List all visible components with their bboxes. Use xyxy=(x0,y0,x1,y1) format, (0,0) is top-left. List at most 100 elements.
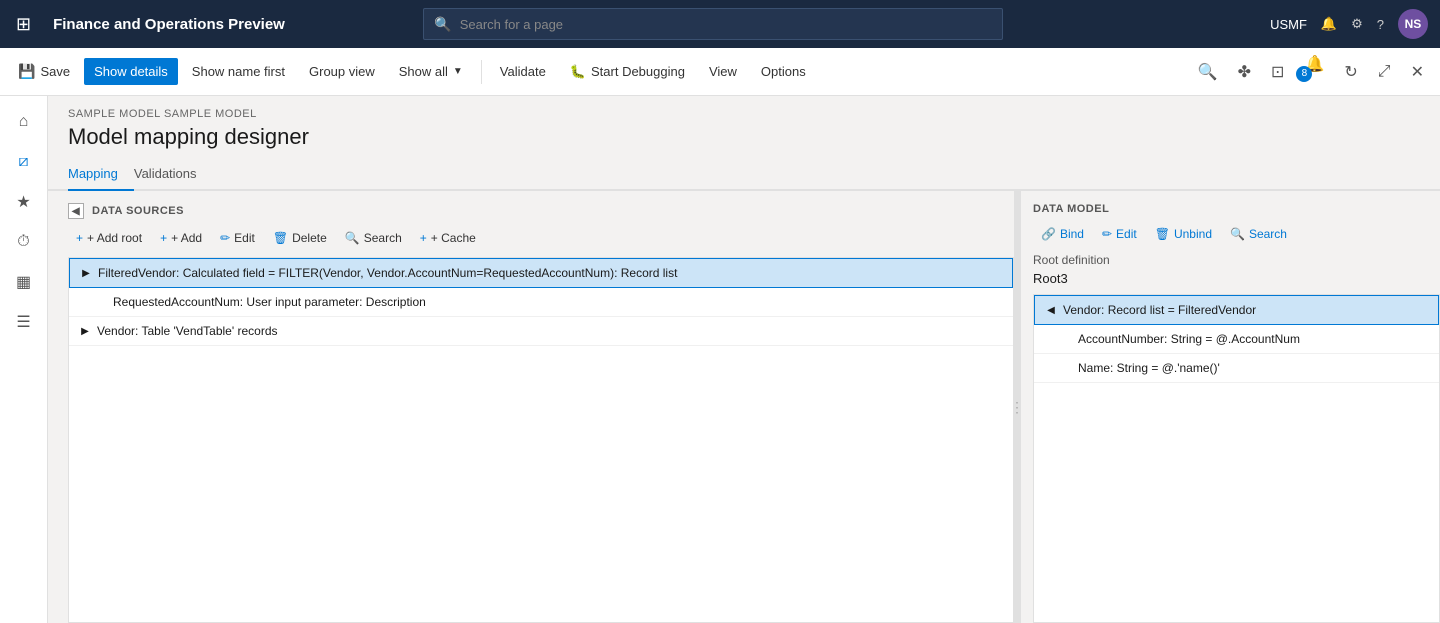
top-navigation: ⊞ Finance and Operations Preview 🔍 USMF … xyxy=(0,0,1440,48)
user-label: USMF xyxy=(1270,17,1307,32)
sidebar-home-icon[interactable]: ⌂ xyxy=(6,104,42,140)
debug-icon: 🐛 xyxy=(570,64,586,80)
app-title: Finance and Operations Preview xyxy=(53,16,285,33)
unbind-button[interactable]: 🗑 Unbind xyxy=(1147,223,1220,245)
validate-button[interactable]: Validate xyxy=(490,58,556,85)
cache-button[interactable]: + + Cache xyxy=(412,227,484,249)
dm-tree-item-name[interactable]: Name: String = @.'name()' xyxy=(1034,354,1439,383)
dm-search-icon: 🔍 xyxy=(1230,227,1245,241)
tree-item-requestedaccountnum[interactable]: RequestedAccountNum: User input paramete… xyxy=(69,288,1013,317)
tree-item-filteredvendor[interactable]: ▶ FilteredVendor: Calculated field = FIL… xyxy=(69,258,1013,288)
panel-collapse-toggle[interactable]: ◀ xyxy=(68,203,84,219)
tab-mapping[interactable]: Mapping xyxy=(68,158,134,191)
vendor-text: Vendor: Table 'VendTable' records xyxy=(97,324,1005,338)
search-icon: 🔍 xyxy=(434,16,451,33)
add-icon: + xyxy=(160,231,167,245)
global-search-box[interactable]: 🔍 xyxy=(423,8,1003,40)
toolbar-expand-icon-btn[interactable]: ⊡ xyxy=(1263,56,1292,88)
start-debugging-button[interactable]: 🐛 Start Debugging xyxy=(560,58,695,86)
save-icon: 💾 xyxy=(18,63,35,80)
toolbar-refresh-icon-btn[interactable]: ↻ xyxy=(1336,56,1365,88)
add-root-button[interactable]: + + Add root xyxy=(68,227,150,249)
tab-validations[interactable]: Validations xyxy=(134,158,213,191)
data-model-title: DATA MODEL xyxy=(1033,203,1109,215)
root-definition: Root definition Root3 xyxy=(1033,253,1440,286)
expand-icon: ▶ xyxy=(77,323,93,339)
group-view-button[interactable]: Group view xyxy=(299,58,385,85)
add-root-icon: + xyxy=(76,231,83,245)
page-title: Model mapping designer xyxy=(68,124,1420,150)
toolbar-close-icon-btn[interactable]: ✕ xyxy=(1403,56,1432,88)
dm-edit-button[interactable]: ✏ Edit xyxy=(1094,223,1145,245)
data-model-tree: ◀ Vendor: Record list = FilteredVendor A… xyxy=(1033,294,1440,623)
data-model-toolbar: 🔗 Bind ✏ Edit 🗑 Unbind 🔍 Search xyxy=(1033,223,1440,245)
show-all-button[interactable]: Show all ▼ xyxy=(389,58,473,85)
settings-gear-icon[interactable]: ⚙ xyxy=(1351,16,1363,32)
dm-edit-icon: ✏ xyxy=(1102,227,1112,241)
toolbar-popout-icon-btn[interactable]: ⤢ xyxy=(1370,57,1399,87)
data-sources-tree: ▶ FilteredVendor: Calculated field = FIL… xyxy=(68,257,1014,623)
show-name-first-button[interactable]: Show name first xyxy=(182,58,295,85)
chevron-down-icon: ▼ xyxy=(453,66,463,77)
root-definition-value: Root3 xyxy=(1033,271,1440,286)
filteredvendor-text: FilteredVendor: Calculated field = FILTE… xyxy=(98,266,1004,280)
bind-button[interactable]: 🔗 Bind xyxy=(1033,223,1092,245)
expand-icon: ▶ xyxy=(78,265,94,281)
requestedaccountnum-text: RequestedAccountNum: User input paramete… xyxy=(113,295,1005,309)
show-details-button[interactable]: Show details xyxy=(84,58,178,85)
sidebar-favorites-icon[interactable]: ★ xyxy=(6,184,42,220)
bind-icon: 🔗 xyxy=(1041,227,1056,241)
action-toolbar: 💾 Save Show details Show name first Grou… xyxy=(0,48,1440,96)
sidebar-workspace-icon[interactable]: ▦ xyxy=(6,264,42,300)
left-sidebar: ⌂ ⧄ ★ ⏱ ▦ ☰ xyxy=(0,96,48,623)
dm-tree-item-vendor[interactable]: ◀ Vendor: Record list = FilteredVendor xyxy=(1034,295,1439,325)
search-button[interactable]: 🔍 Search xyxy=(337,227,410,249)
data-sources-title: DATA SOURCES xyxy=(92,205,184,217)
main-layout: ⌂ ⧄ ★ ⏱ ▦ ☰ SAMPLE MODEL SAMPLE MODEL Mo… xyxy=(0,96,1440,623)
add-button[interactable]: + + Add xyxy=(152,227,210,249)
grid-menu-icon[interactable]: ⊞ xyxy=(12,10,35,39)
accountnumber-text: AccountNumber: String = @.AccountNum xyxy=(1078,332,1300,346)
data-model-panel: DATA MODEL 🔗 Bind ✏ Edit 🗑 Unbind xyxy=(1020,191,1440,623)
search-icon: 🔍 xyxy=(345,231,360,245)
sidebar-filter-icon[interactable]: ⧄ xyxy=(6,144,42,180)
data-model-header: DATA MODEL xyxy=(1033,203,1440,215)
help-question-icon[interactable]: ? xyxy=(1377,17,1384,32)
cache-icon: + xyxy=(420,231,427,245)
edit-button[interactable]: ✏ Edit xyxy=(212,227,263,249)
dm-search-button[interactable]: 🔍 Search xyxy=(1222,223,1295,245)
view-button[interactable]: View xyxy=(699,58,747,85)
dm-tree-item-accountnumber[interactable]: AccountNumber: String = @.AccountNum xyxy=(1034,325,1439,354)
content-area: SAMPLE MODEL SAMPLE MODEL Model mapping … xyxy=(48,96,1440,623)
data-sources-header: ◀ DATA SOURCES xyxy=(68,203,1014,219)
data-sources-toolbar: + + Add root + + Add ✏ Edit 🗑 Delete xyxy=(68,227,1014,249)
top-nav-right: USMF 🔔 ⚙ ? NS xyxy=(1270,9,1428,39)
toolbar-divider-1 xyxy=(481,60,482,84)
page-header: SAMPLE MODEL SAMPLE MODEL Model mapping … xyxy=(48,96,1440,158)
search-input[interactable] xyxy=(460,17,993,32)
toolbar-notifications-icon-btn[interactable]: 🔔 8 xyxy=(1296,48,1332,96)
sidebar-recent-icon[interactable]: ⏱ xyxy=(6,224,42,260)
notification-bell-icon[interactable]: 🔔 xyxy=(1321,16,1337,32)
delete-icon: 🗑 xyxy=(273,231,288,245)
toolbar-connector-icon-btn[interactable]: ✤ xyxy=(1230,56,1259,88)
expand-icon xyxy=(93,294,109,310)
notification-badge: 8 xyxy=(1296,66,1312,82)
data-sources-panel: ◀ DATA SOURCES + + Add root + + Add ✏ Ed… xyxy=(48,191,1014,623)
name-text: Name: String = @.'name()' xyxy=(1078,361,1220,375)
user-avatar[interactable]: NS xyxy=(1398,9,1428,39)
unbind-icon: 🗑 xyxy=(1155,227,1170,241)
breadcrumb: SAMPLE MODEL SAMPLE MODEL xyxy=(68,108,1420,120)
edit-icon: ✏ xyxy=(220,231,230,245)
delete-button[interactable]: 🗑 Delete xyxy=(265,227,335,249)
tree-item-vendor[interactable]: ▶ Vendor: Table 'VendTable' records xyxy=(69,317,1013,346)
save-button[interactable]: 💾 Save xyxy=(8,57,80,86)
toolbar-search-icon-btn[interactable]: 🔍 xyxy=(1190,56,1226,88)
designer-area: ◀ DATA SOURCES + + Add root + + Add ✏ Ed… xyxy=(48,191,1440,623)
vendor-record-text: Vendor: Record list = FilteredVendor xyxy=(1063,303,1256,317)
expand-icon xyxy=(1058,360,1074,376)
sidebar-list-icon[interactable]: ☰ xyxy=(6,304,42,340)
root-definition-label: Root definition xyxy=(1033,253,1440,267)
tab-bar: Mapping Validations xyxy=(48,158,1440,191)
options-button[interactable]: Options xyxy=(751,58,816,85)
